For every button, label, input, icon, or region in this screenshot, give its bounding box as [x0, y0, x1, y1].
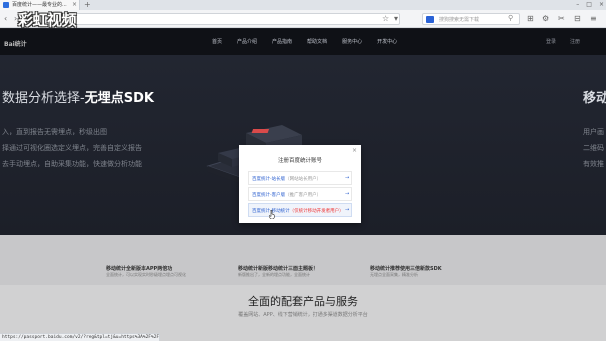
option-label: 百度统计-客户版（推广客户用户） — [252, 193, 322, 198]
search-placeholder: 搜狗搜索无需下载 — [439, 17, 480, 23]
products-subtitle: 覆盖网站、APP、线下营销统计，打通多渠道数据分析平台 — [238, 312, 368, 318]
products-title: 全面的配套产品与服务 — [248, 295, 358, 308]
nav-item-home[interactable]: 首页 — [212, 38, 222, 45]
extensions-icon[interactable]: ⊟ — [574, 14, 581, 24]
scissors-icon[interactable]: ✂ — [558, 14, 565, 24]
modal-title: 注册百度统计账号 — [277, 158, 322, 164]
modal-close-icon[interactable]: × — [352, 147, 357, 154]
nav-auth: 登录 注册 — [546, 38, 580, 45]
status-bar: https://passport.baidu.com/v2/?reg&tpl=t… — [0, 333, 160, 341]
browser-toolbar: ‹ › ↻ ⌂ ☆ ▾ 搜狗搜索无需下载 ⚲ ⊞ ⚙ ✂ ⊟ ≡ — [0, 10, 606, 28]
search-icon[interactable]: ⚲ — [508, 14, 513, 22]
register-modal: × 注册百度统计账号 百度统计-站长版（网站站长用户） → 百度统计-客户版（推… — [239, 145, 361, 223]
search-box[interactable]: 搜狗搜索无需下载 — [422, 13, 520, 25]
nav-item-dev[interactable]: 开发中心 — [377, 38, 397, 45]
option-mobile-version[interactable]: 百度统计-移动统计（仅统计移动开发者用户） → — [248, 203, 352, 217]
arrow-right-icon: → — [345, 207, 350, 213]
feature-title[interactable]: 移动统计全新版本APP两倍功 — [106, 265, 172, 272]
nav-item-service[interactable]: 服务中心 — [342, 38, 362, 45]
arrow-right-icon: → — [345, 191, 350, 197]
minimize-icon[interactable]: – — [576, 0, 579, 10]
hero-right-title: 移动 — [583, 91, 606, 106]
feature-title[interactable]: 移动统计新版移动统计三面主题板！ — [238, 265, 318, 272]
address-bar[interactable] — [64, 13, 400, 25]
close-window-icon[interactable]: × — [599, 0, 604, 10]
hero-line: 择通过可视化圈选定义埋点，完善自定义报告 — [2, 144, 142, 152]
hero-title-prefix: 数据分析选择- — [2, 91, 85, 106]
register-link[interactable]: 注册 — [570, 38, 580, 45]
option-label: 百度统计-移动统计（仅统计移动开发者用户） — [252, 209, 344, 214]
favicon-icon — [3, 2, 9, 8]
hand-cursor-icon — [269, 210, 275, 219]
hero-title: 数据分析选择-无埋点SDK — [2, 87, 154, 106]
tab-bar: 百度统计——最专业的... × + – □ × — [0, 0, 606, 10]
menu-icon[interactable]: ≡ — [590, 14, 597, 24]
hero-right-line: 用户画 — [583, 128, 604, 136]
site-nav: Bai统计 首页 产品介绍 产品指南 帮助文档 服务中心 开发中心 登录 注册 — [0, 29, 606, 55]
feature-desc: 全面统计，可以实现实时秒级埋点埋点可视化 — [106, 272, 186, 277]
grid-icon[interactable]: ⊞ — [527, 14, 534, 24]
dropdown-icon[interactable]: ▾ — [394, 14, 398, 24]
nav-item-guide[interactable]: 产品指南 — [272, 38, 292, 45]
option-label: 百度统计-站长版（网站站长用户） — [252, 177, 322, 182]
back-icon[interactable]: ‹ — [4, 14, 7, 24]
forward-icon[interactable]: › — [14, 14, 17, 24]
hero-title-bold: 无埋点SDK — [84, 91, 154, 106]
settings-icon[interactable]: ⚙ — [542, 14, 549, 24]
site-logo[interactable]: Bai统计 — [4, 39, 27, 48]
star-icon[interactable]: ☆ — [382, 14, 389, 24]
search-engine-logo — [426, 16, 434, 23]
maximize-icon[interactable]: □ — [586, 0, 592, 10]
new-tab-button[interactable]: + — [84, 0, 91, 10]
feature-title[interactable]: 移动统计推荐使用三倍新款SDK — [370, 265, 442, 272]
option-client-version[interactable]: 百度统计-客户版（推广客户用户） → — [248, 187, 352, 201]
nav-item-product[interactable]: 产品介绍 — [237, 38, 257, 45]
tab-title: 百度统计——最专业的... — [12, 2, 67, 8]
arrow-right-icon: → — [345, 175, 350, 181]
window-controls: – □ × — [576, 0, 604, 10]
login-link[interactable]: 登录 — [546, 38, 556, 45]
nav-items: 首页 产品介绍 产品指南 帮助文档 服务中心 开发中心 — [212, 38, 397, 45]
option-site-version[interactable]: 百度统计-站长版（网站站长用户） → — [248, 171, 352, 185]
hero-right-line: 二维码 — [583, 144, 604, 152]
hero-line: 去手动埋点，自助采集功能，快速做分析功能 — [2, 160, 142, 168]
watermark-logo: 彩虹视频 — [18, 11, 77, 29]
hero-right-line: 有效推 — [583, 160, 604, 168]
feature-desc: 新版推出了，全新的埋点功能，全面统计 — [238, 272, 310, 277]
nav-item-docs[interactable]: 帮助文档 — [307, 38, 327, 45]
hero-line: 入，直到报告无需埋点，秒级出图 — [2, 128, 107, 136]
feature-desc: 无埋点全面采集，精准分析 — [370, 272, 418, 277]
features-strip: 移动统计全新版本APP两倍功 全面统计，可以实现实时秒级埋点埋点可视化 移动统计… — [0, 235, 606, 285]
